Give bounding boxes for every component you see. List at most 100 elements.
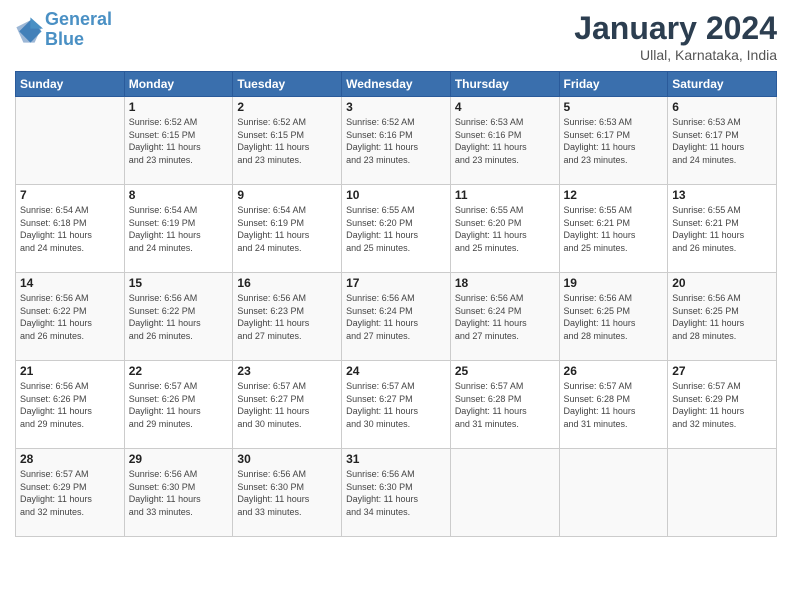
day-number: 19 [564,276,664,290]
col-header-wednesday: Wednesday [342,72,451,97]
calendar-cell [16,97,125,185]
day-info: Sunrise: 6:56 AM Sunset: 6:25 PM Dayligh… [672,292,772,342]
day-number: 4 [455,100,555,114]
day-info: Sunrise: 6:53 AM Sunset: 6:17 PM Dayligh… [672,116,772,166]
day-number: 14 [20,276,120,290]
day-info: Sunrise: 6:55 AM Sunset: 6:21 PM Dayligh… [672,204,772,254]
calendar-cell: 15 Sunrise: 6:56 AM Sunset: 6:22 PM Dayli… [124,273,233,361]
calendar-cell: 5 Sunrise: 6:53 AM Sunset: 6:17 PM Daylig… [559,97,668,185]
day-number: 16 [237,276,337,290]
month-title: January 2024 [574,10,777,47]
day-info: Sunrise: 6:57 AM Sunset: 6:27 PM Dayligh… [237,380,337,430]
day-info: Sunrise: 6:57 AM Sunset: 6:28 PM Dayligh… [455,380,555,430]
calendar-cell: 16 Sunrise: 6:56 AM Sunset: 6:23 PM Dayli… [233,273,342,361]
day-info: Sunrise: 6:56 AM Sunset: 6:22 PM Dayligh… [129,292,229,342]
day-info: Sunrise: 6:57 AM Sunset: 6:29 PM Dayligh… [20,468,120,518]
calendar-cell: 12 Sunrise: 6:55 AM Sunset: 6:21 PM Dayli… [559,185,668,273]
day-number: 10 [346,188,446,202]
day-info: Sunrise: 6:56 AM Sunset: 6:25 PM Dayligh… [564,292,664,342]
calendar-cell: 25Sunrise: 6:57 AM Sunset: 6:28 PM Dayli… [450,361,559,449]
calendar-cell [559,449,668,537]
day-number: 31 [346,452,446,466]
page: General Blue January 2024 Ullal, Karnata… [0,0,792,612]
day-info: Sunrise: 6:56 AM Sunset: 6:26 PM Dayligh… [20,380,120,430]
calendar-cell [450,449,559,537]
calendar-cell: 27 Sunrise: 6:57 AM Sunset: 6:29 PM Dayli… [668,361,777,449]
calendar-cell: 9 Sunrise: 6:54 AM Sunset: 6:19 PM Daylig… [233,185,342,273]
calendar-cell: 23 Sunrise: 6:57 AM Sunset: 6:27 PM Dayli… [233,361,342,449]
col-header-friday: Friday [559,72,668,97]
week-row-1: 1 Sunrise: 6:52 AM Sunset: 6:15 PM Daylig… [16,97,777,185]
day-number: 28 [20,452,120,466]
day-info: Sunrise: 6:52 AM Sunset: 6:16 PM Dayligh… [346,116,446,166]
day-info: Sunrise: 6:54 AM Sunset: 6:19 PM Dayligh… [129,204,229,254]
day-info: Sunrise: 6:53 AM Sunset: 6:17 PM Dayligh… [564,116,664,166]
day-number: 1 [129,100,229,114]
day-info: Sunrise: 6:56 AM Sunset: 6:23 PM Dayligh… [237,292,337,342]
day-info: Sunrise: 6:54 AM Sunset: 6:19 PM Dayligh… [237,204,337,254]
day-number: 23 [237,364,337,378]
calendar-cell: 20 Sunrise: 6:56 AM Sunset: 6:25 PM Dayli… [668,273,777,361]
day-number: 5 [564,100,664,114]
day-info: Sunrise: 6:56 AM Sunset: 6:30 PM Dayligh… [237,468,337,518]
logo-text-block: General Blue [45,10,112,50]
day-number: 9 [237,188,337,202]
col-header-saturday: Saturday [668,72,777,97]
logo-icon [15,16,43,44]
calendar-cell: 14Sunrise: 6:56 AM Sunset: 6:22 PM Dayli… [16,273,125,361]
day-info: Sunrise: 6:56 AM Sunset: 6:30 PM Dayligh… [129,468,229,518]
calendar-cell: 1Sunrise: 6:52 AM Sunset: 6:15 PM Daylig… [124,97,233,185]
day-info: Sunrise: 6:55 AM Sunset: 6:20 PM Dayligh… [346,204,446,254]
week-row-4: 21Sunrise: 6:56 AM Sunset: 6:26 PM Dayli… [16,361,777,449]
day-info: Sunrise: 6:56 AM Sunset: 6:30 PM Dayligh… [346,468,446,518]
day-number: 30 [237,452,337,466]
week-row-2: 7Sunrise: 6:54 AM Sunset: 6:18 PM Daylig… [16,185,777,273]
day-number: 29 [129,452,229,466]
day-number: 20 [672,276,772,290]
day-number: 2 [237,100,337,114]
day-number: 7 [20,188,120,202]
calendar-cell: 7Sunrise: 6:54 AM Sunset: 6:18 PM Daylig… [16,185,125,273]
calendar-cell: 8 Sunrise: 6:54 AM Sunset: 6:19 PM Daylig… [124,185,233,273]
day-number: 24 [346,364,446,378]
calendar-cell: 26Sunrise: 6:57 AM Sunset: 6:28 PM Dayli… [559,361,668,449]
calendar-table: SundayMondayTuesdayWednesdayThursdayFrid… [15,71,777,537]
calendar-cell: 31 Sunrise: 6:56 AM Sunset: 6:30 PM Dayli… [342,449,451,537]
day-info: Sunrise: 6:57 AM Sunset: 6:29 PM Dayligh… [672,380,772,430]
logo: General Blue [15,10,112,50]
day-number: 22 [129,364,229,378]
day-info: Sunrise: 6:53 AM Sunset: 6:16 PM Dayligh… [455,116,555,166]
col-header-monday: Monday [124,72,233,97]
col-header-sunday: Sunday [16,72,125,97]
col-header-tuesday: Tuesday [233,72,342,97]
day-number: 11 [455,188,555,202]
col-header-thursday: Thursday [450,72,559,97]
logo-blue: Blue [45,29,84,49]
day-number: 15 [129,276,229,290]
calendar-cell: 29 Sunrise: 6:56 AM Sunset: 6:30 PM Dayli… [124,449,233,537]
week-row-5: 28 Sunrise: 6:57 AM Sunset: 6:29 PM Dayli… [16,449,777,537]
day-number: 27 [672,364,772,378]
logo-text: General Blue [45,10,112,50]
calendar-cell: 22 Sunrise: 6:57 AM Sunset: 6:26 PM Dayli… [124,361,233,449]
day-info: Sunrise: 6:57 AM Sunset: 6:26 PM Dayligh… [129,380,229,430]
day-info: Sunrise: 6:52 AM Sunset: 6:15 PM Dayligh… [237,116,337,166]
day-number: 18 [455,276,555,290]
calendar-cell: 19 Sunrise: 6:56 AM Sunset: 6:25 PM Dayli… [559,273,668,361]
day-info: Sunrise: 6:55 AM Sunset: 6:21 PM Dayligh… [564,204,664,254]
calendar-cell: 3Sunrise: 6:52 AM Sunset: 6:16 PM Daylig… [342,97,451,185]
calendar-cell: 17Sunrise: 6:56 AM Sunset: 6:24 PM Dayli… [342,273,451,361]
calendar-cell: 2 Sunrise: 6:52 AM Sunset: 6:15 PM Daylig… [233,97,342,185]
calendar-cell: 30 Sunrise: 6:56 AM Sunset: 6:30 PM Dayli… [233,449,342,537]
day-number: 8 [129,188,229,202]
day-info: Sunrise: 6:57 AM Sunset: 6:28 PM Dayligh… [564,380,664,430]
day-number: 17 [346,276,446,290]
header-row: SundayMondayTuesdayWednesdayThursdayFrid… [16,72,777,97]
calendar-cell: 6Sunrise: 6:53 AM Sunset: 6:17 PM Daylig… [668,97,777,185]
day-number: 12 [564,188,664,202]
day-info: Sunrise: 6:56 AM Sunset: 6:24 PM Dayligh… [455,292,555,342]
location: Ullal, Karnataka, India [574,47,777,63]
day-info: Sunrise: 6:57 AM Sunset: 6:27 PM Dayligh… [346,380,446,430]
calendar-cell: 4 Sunrise: 6:53 AM Sunset: 6:16 PM Daylig… [450,97,559,185]
logo-general: General [45,9,112,29]
